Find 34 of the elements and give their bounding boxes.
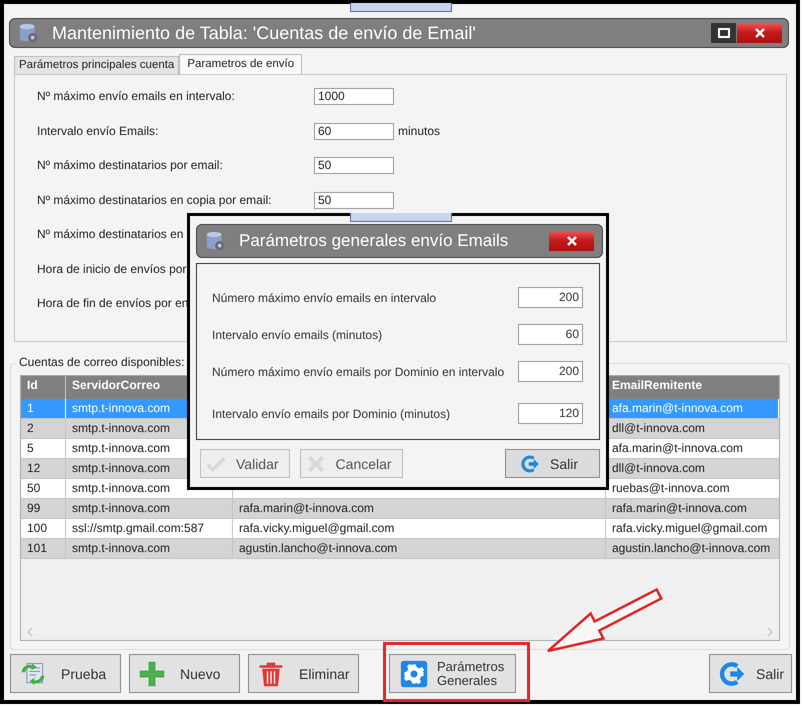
table-cell: 12 [21, 459, 66, 478]
table-cell: 5 [21, 439, 66, 458]
table-cell: 50 [21, 479, 66, 498]
field-label: Nº máximo destinatarios en copia por email: [37, 192, 272, 208]
table-cell: rafa.marin@t-innova.com [239, 501, 374, 515]
table-cell-text: dll@t-innova.com [611, 460, 706, 477]
table-cell: ssl://smtp.gmail.com:587 [66, 519, 233, 538]
group-title: Cuentas de correo disponibles: [17, 355, 186, 369]
field-label: Nº máximo envío emails en intervalo: [37, 88, 235, 105]
table-cell: agustin.lancho@t-innova.com [239, 541, 398, 555]
table-cell-text: rafa.marin@t-innova.com [611, 500, 748, 517]
table-cell-text: dll@t-innova.com [611, 420, 706, 437]
field-label: Número máximo envío emails en intervalo [212, 290, 438, 304]
table-cell-text: rafa.vicky.miguel@gmail.com [611, 520, 768, 537]
table-cell-text: ruebas@t-innova.com [611, 480, 731, 497]
table-cell: smtp.t-innova.com [66, 499, 233, 518]
table-cell: 100 [21, 519, 66, 538]
table-cell-text: afa.marin@t-innova.com [611, 440, 744, 457]
table-cell: rafa.vicky.miguel@gmail.com [239, 521, 394, 535]
field-label: Nº máximo destinatarios en [37, 226, 184, 243]
table-cell: 99 [21, 499, 66, 518]
table-cell: 101 [21, 539, 66, 558]
dialog-title: Parámetros generales envío Emails [239, 231, 508, 251]
table-cell: smtp.t-innova.com [66, 539, 233, 558]
field-label: Nº máximo destinatarios por email: [37, 157, 223, 174]
field-label: Número máximo envío emails por Dominio en intervalo [212, 364, 506, 378]
field-label: Intervalo envío emails (minutos) [212, 328, 384, 342]
table-cell: 1 [21, 399, 66, 418]
window-title: Mantenimiento de Tabla: 'Cuentas de envío de Email' [52, 22, 476, 44]
table-cell-text: agustin.lancho@t-innova.com [611, 540, 772, 557]
unit-label: minutos [398, 122, 440, 140]
table-cell: 2 [21, 419, 66, 438]
field-label: Intervalo envío Emails: [37, 122, 158, 140]
field-label: Hora de inicio de envíos por [37, 260, 186, 278]
